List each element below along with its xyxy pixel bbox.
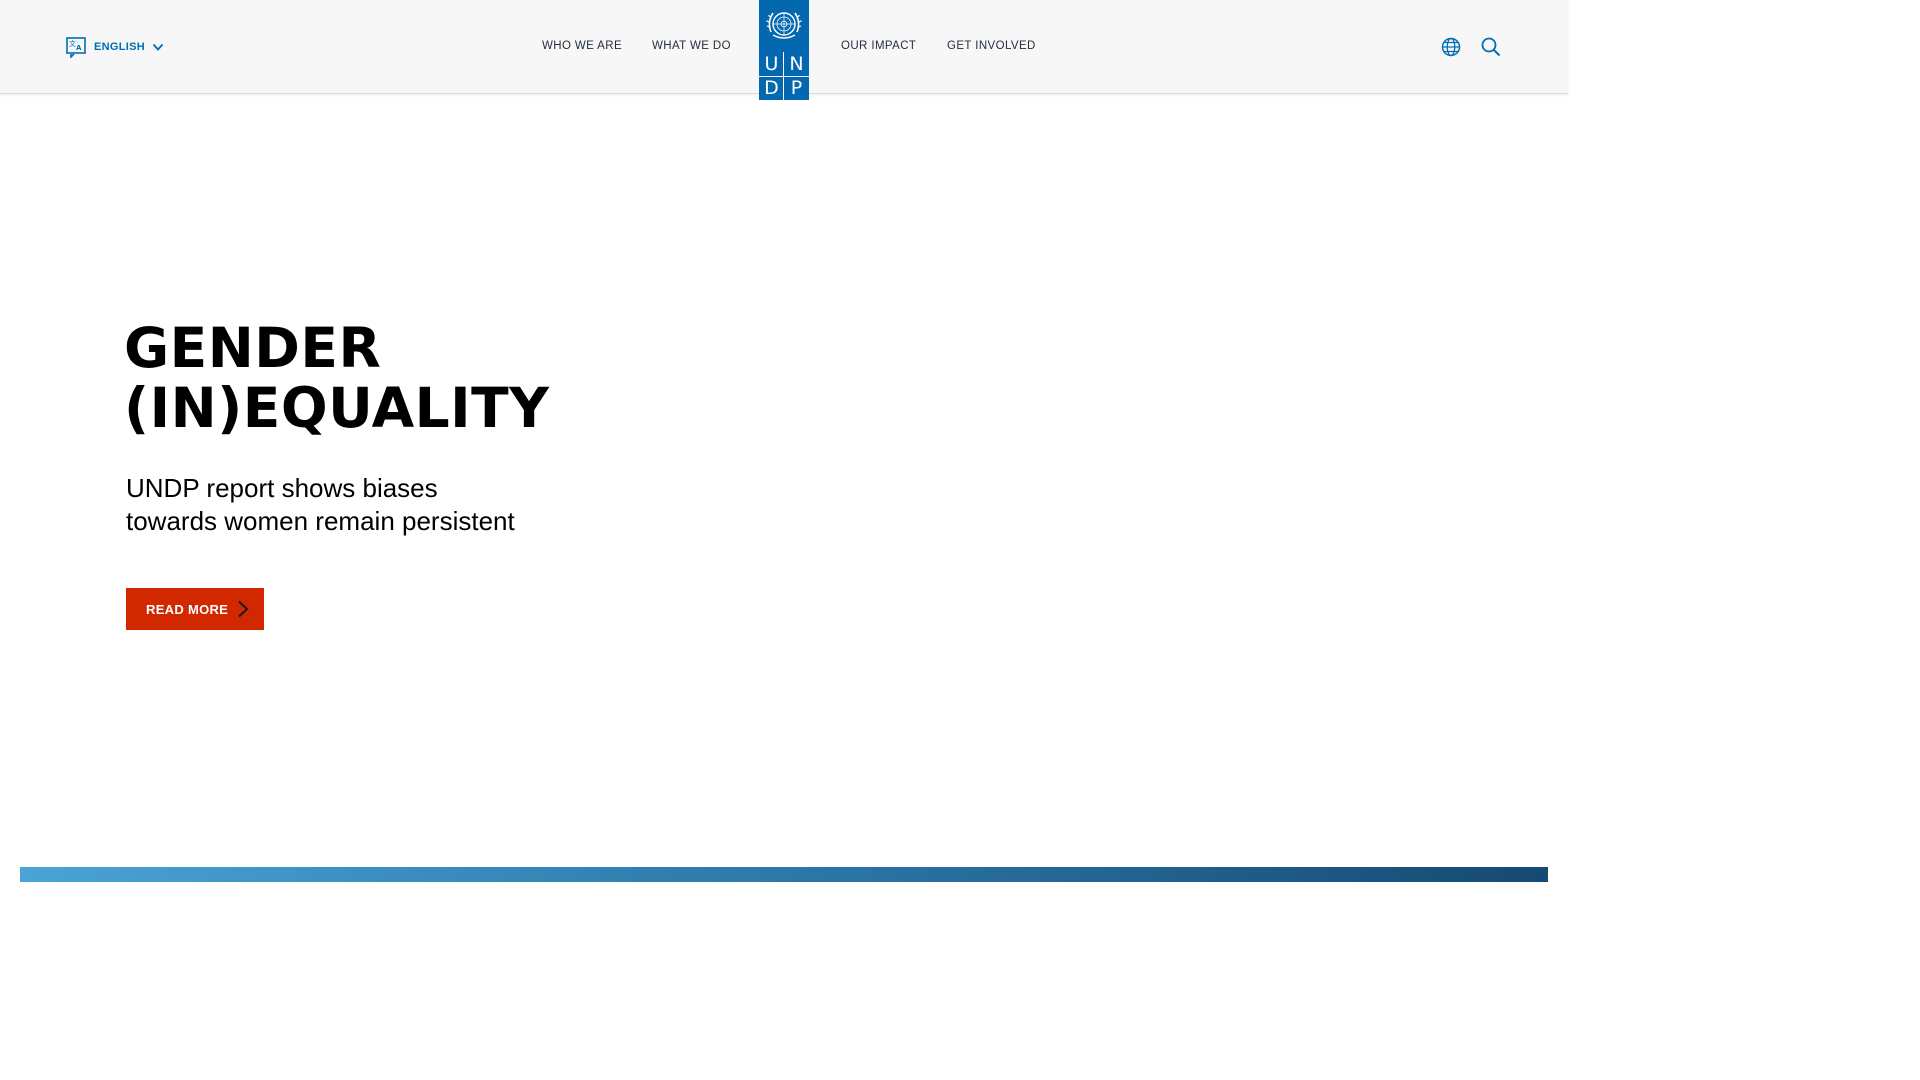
translate-icon: 文 A [66,37,86,58]
svg-text:文: 文 [69,39,76,48]
section-banner-edge [20,867,1548,882]
logo-letter-n: N [789,53,804,75]
globe-icon[interactable] [1441,37,1461,57]
logo-divider [759,76,809,77]
chevron-down-icon [152,43,164,51]
hero-title-line: (IN)EQUALITY [124,376,550,440]
nav-our-impact[interactable]: OUR IMPACT [841,40,916,52]
logo-letter-u: U [764,53,779,75]
nav-who-we-are[interactable]: WHO WE ARE [542,40,622,52]
undp-logo[interactable]: U N D P [759,0,809,100]
hero-title: GENDER (IN)EQUALITY [124,318,549,438]
nav-what-we-do[interactable]: WHAT WE DO [652,40,731,52]
language-selector[interactable]: 文 A ENGLISH [66,36,164,58]
hero-subtitle: UNDP report shows biases towards women r… [126,472,596,538]
hero-title-line: GENDER [124,316,382,380]
search-icon[interactable] [1481,37,1501,57]
read-more-label: READ MORE [146,601,229,617]
chevron-right-icon [238,600,249,618]
hero-subtitle-line: towards women remain persistent [126,506,515,536]
language-label: ENGLISH [94,41,145,53]
nav-get-involved[interactable]: GET INVOLVED [947,40,1036,52]
svg-text:A: A [76,44,82,52]
un-emblem-icon [766,12,802,39]
logo-divider [783,52,784,100]
hero-subtitle-line: UNDP report shows biases [126,473,438,503]
read-more-button[interactable]: READ MORE [126,588,264,630]
logo-letter-p: P [790,77,803,99]
logo-letter-d: D [764,77,779,99]
